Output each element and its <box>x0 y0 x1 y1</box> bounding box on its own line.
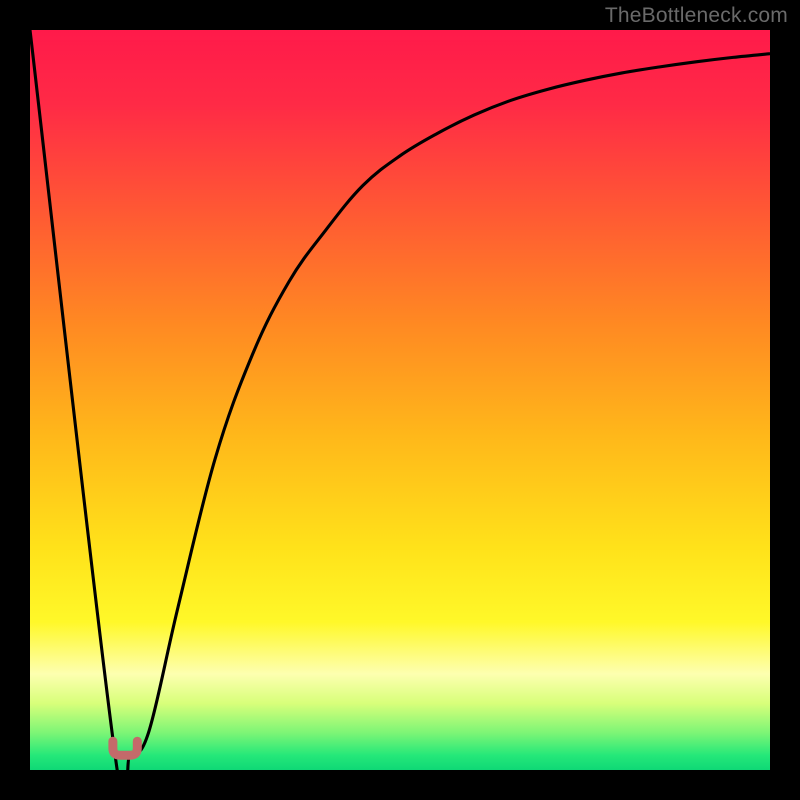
watermark-label: TheBottleneck.com <box>605 4 788 28</box>
plot-svg <box>30 30 770 770</box>
chart-frame: TheBottleneck.com <box>0 0 800 800</box>
gradient-background <box>30 30 770 770</box>
plot-area <box>30 30 770 770</box>
